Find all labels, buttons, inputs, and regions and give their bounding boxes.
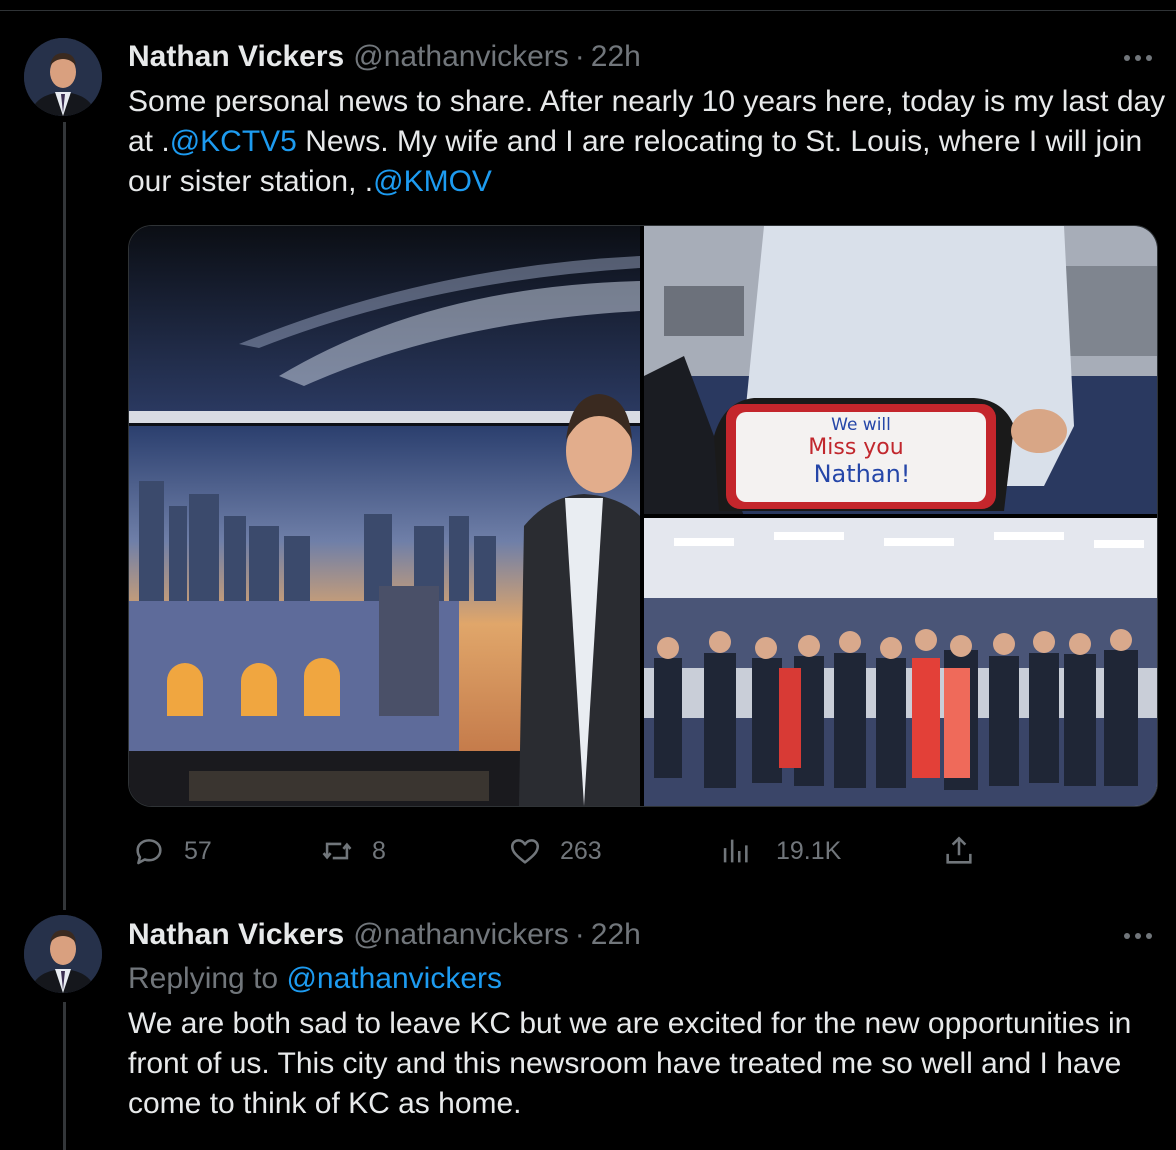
- photo-newsroom-group[interactable]: [644, 518, 1157, 806]
- share-upload-icon: [946, 836, 972, 864]
- more-options-button[interactable]: [1120, 918, 1156, 954]
- author-handle[interactable]: @nathanvickers: [353, 918, 569, 952]
- more-options-button[interactable]: [1120, 40, 1156, 76]
- timestamp[interactable]: 22h: [591, 918, 641, 952]
- replying-to-line: Replying to @nathanvickers: [128, 959, 502, 999]
- heart-icon: [510, 839, 540, 864]
- replying-to-mention[interactable]: @nathanvickers: [286, 962, 502, 995]
- cake-text-line-2: Miss you: [808, 435, 903, 460]
- reply-button[interactable]: 57: [132, 830, 212, 872]
- timeline-divider: [0, 10, 1176, 11]
- author-name[interactable]: Nathan Vickers: [128, 40, 344, 74]
- cake-text-line-3: Nathan!: [814, 460, 911, 488]
- like-button[interactable]: 263: [508, 830, 602, 872]
- mention-link-kmov[interactable]: @KMOV: [373, 165, 492, 198]
- repost-button[interactable]: 8: [320, 830, 386, 872]
- replying-to-label: Replying to: [128, 962, 287, 995]
- tweet-actions: 57 8 263 19.1K: [0, 830, 1176, 872]
- author-name[interactable]: Nathan Vickers: [128, 918, 344, 952]
- more-horizontal-icon: [1124, 55, 1152, 61]
- cake-text-line-1: We will: [831, 415, 891, 435]
- more-horizontal-icon: [1124, 933, 1152, 939]
- reply-bubble-icon: [136, 839, 162, 865]
- repost-count: 8: [372, 836, 386, 865]
- tweet-text: Some personal news to share. After nearl…: [128, 82, 1168, 202]
- repost-icon: [322, 842, 352, 860]
- timestamp[interactable]: 22h: [591, 40, 641, 74]
- tweet-header: Nathan Vickers @nathanvickers · 22h: [128, 915, 641, 955]
- avatar[interactable]: [24, 38, 102, 116]
- author-handle[interactable]: @nathanvickers: [353, 40, 569, 74]
- thread-line-lower: [63, 1002, 66, 1150]
- like-count: 263: [560, 836, 602, 865]
- separator-dot: ·: [574, 918, 585, 951]
- share-button[interactable]: [942, 830, 976, 872]
- separator-dot: ·: [574, 40, 585, 73]
- tweet-header: Nathan Vickers @nathanvickers · 22h: [128, 37, 641, 77]
- tweet-text: We are both sad to leave KC but we are e…: [128, 1007, 1132, 1120]
- views-button[interactable]: 19.1K: [718, 830, 841, 872]
- reply-count: 57: [184, 836, 212, 865]
- photo-studio[interactable]: [129, 226, 640, 806]
- views-count: 19.1K: [776, 836, 842, 865]
- mention-link-kctv5[interactable]: @KCTV5: [170, 125, 297, 158]
- thread-line-upper: [63, 122, 66, 910]
- photo-farewell-cake[interactable]: We will Miss you Nathan!: [644, 226, 1157, 514]
- views-bar-chart-icon: [723, 839, 748, 863]
- media-grid: We will Miss you Nathan!: [128, 225, 1158, 807]
- avatar[interactable]: [24, 915, 102, 993]
